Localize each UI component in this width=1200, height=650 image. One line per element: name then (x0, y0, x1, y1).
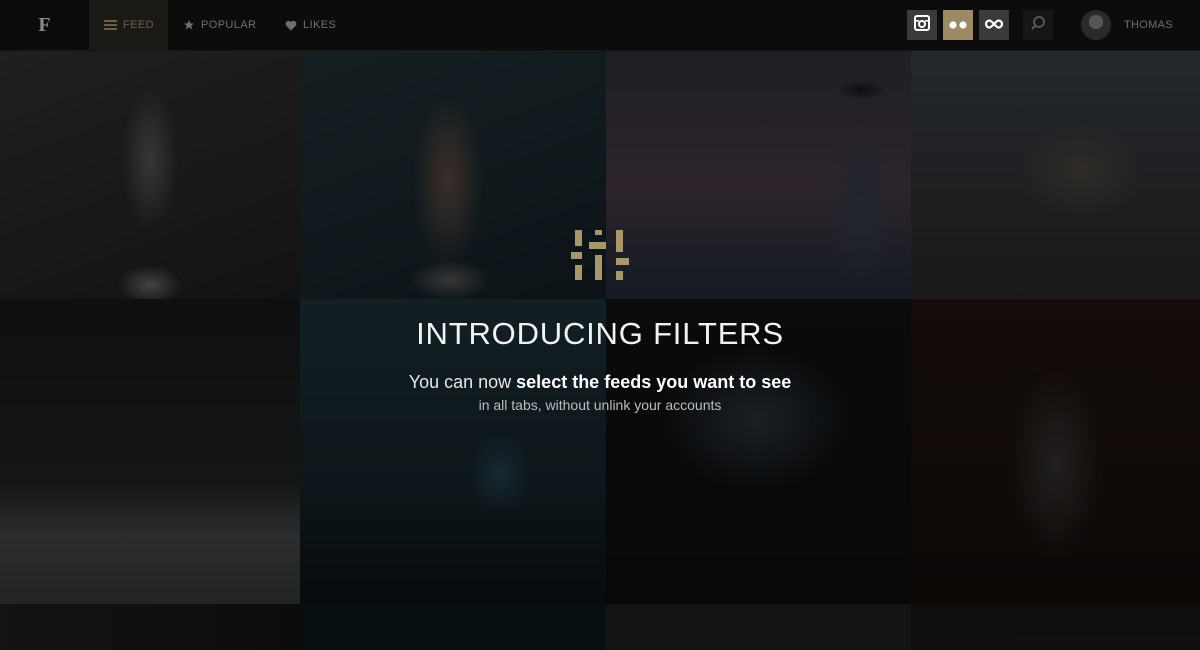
tab-popular-label: POPULAR (201, 19, 257, 31)
flickr-filter-button[interactable] (943, 10, 973, 40)
username[interactable]: THOMAS (1124, 0, 1173, 50)
search-button[interactable] (1023, 10, 1053, 40)
filters-announcement: INTRODUCING FILTERS You can now select t… (300, 230, 900, 413)
avatar[interactable] (1081, 10, 1111, 40)
instagram-icon (914, 14, 930, 36)
announcement-subtext: in all tabs, without unlink your account… (478, 397, 722, 413)
infinity-filter-button[interactable] (979, 10, 1009, 40)
filters-icon (300, 230, 900, 280)
menu-icon (104, 20, 117, 30)
tab-popular[interactable]: POPULAR (183, 0, 256, 50)
flickr-icon (949, 16, 967, 34)
tab-feed[interactable]: FEED (89, 0, 168, 50)
infinity-icon (984, 16, 1004, 34)
tab-likes-label: LIKES (303, 19, 337, 31)
star-icon (183, 19, 195, 31)
app-logo[interactable]: F (0, 0, 89, 50)
announcement-text-bold: select the feeds you want to see (516, 372, 792, 392)
top-bar: F FEED POPULAR LIKES THOMAS (0, 0, 1200, 51)
tab-likes[interactable]: LIKES (285, 0, 336, 50)
instagram-filter-button[interactable] (907, 10, 937, 40)
announcement-title: INTRODUCING FILTERS (416, 316, 784, 351)
search-icon (1030, 15, 1046, 36)
announcement-text-prefix: You can now (408, 372, 517, 392)
tab-feed-label: FEED (123, 19, 154, 31)
heart-icon (285, 20, 297, 31)
announcement-text: You can now select the feeds you want to… (300, 372, 900, 393)
